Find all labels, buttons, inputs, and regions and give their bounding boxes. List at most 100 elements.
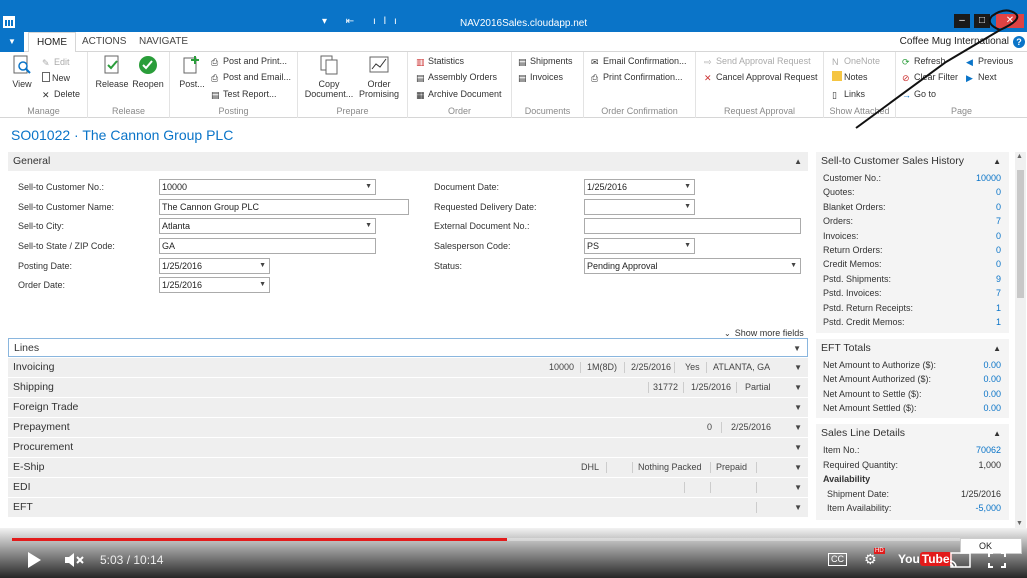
salesperson-code-input[interactable]: PS ▼	[584, 238, 695, 254]
annotation-stroke-icon	[855, 9, 1019, 129]
fasttab-prepayment-label: Prepayment	[13, 421, 70, 433]
blanket-orders-link[interactable]: 0	[996, 200, 1001, 214]
chevron-up-icon: ▲	[794, 157, 802, 166]
sell-to-customer-name-input[interactable]: The Cannon Group PLC	[159, 199, 409, 215]
scroll-down-icon[interactable]: ▼	[1016, 520, 1023, 527]
pstd-return-receipts-link[interactable]: 1	[996, 301, 1001, 315]
field-label: External Document No.:	[434, 221, 530, 231]
sell-to-state-zip-input[interactable]: GA	[159, 238, 376, 254]
orders-link[interactable]: 7	[996, 214, 1001, 228]
factbox-row: Item Availability: -5,000	[816, 501, 1009, 515]
vertical-scrollbar[interactable]: ▲ ▼	[1015, 152, 1026, 528]
credit-memos-link[interactable]: 0	[996, 257, 1001, 271]
amount-link[interactable]: 0.00	[983, 401, 1001, 415]
field-label: Requested Delivery Date:	[434, 202, 537, 212]
youtube-logo-icon[interactable]: You Tube	[898, 552, 952, 566]
document-date-input[interactable]: 1/25/2016 ▼	[584, 179, 695, 195]
fasttab-lines-header[interactable]: Lines ▼	[8, 338, 808, 357]
cast-icon[interactable]	[949, 552, 971, 568]
sell-to-customer-no-input[interactable]: 10000 ▼	[159, 179, 376, 195]
show-more-fields-link[interactable]: ⌄ Show more fields	[724, 328, 804, 338]
row-label: Blanket Orders:	[823, 201, 886, 212]
divider	[756, 462, 757, 473]
fasttab-prepayment-header[interactable]: Prepayment 0 2/25/2016 ▼	[8, 418, 808, 437]
chevron-down-icon: ▼	[365, 222, 372, 229]
chevron-down-icon: ▼	[259, 262, 266, 269]
chevron-down-icon: ▼	[794, 443, 802, 452]
row-label: Net Amount to Settle ($):	[823, 388, 922, 399]
availability-heading: Availability	[823, 474, 871, 485]
fasttab-edi-header[interactable]: EDI ▼	[8, 478, 808, 497]
sell-to-city-input[interactable]: Atlanta ▼	[159, 218, 376, 234]
show-more-label: Show more fields	[734, 328, 804, 338]
pstd-invoices-link[interactable]: 7	[996, 286, 1001, 300]
fasttab-eft-header[interactable]: EFT ▼	[8, 498, 808, 517]
field-label: Order Date:	[18, 280, 66, 290]
status-input[interactable]: Pending Approval ▼	[584, 258, 801, 274]
factbox-title: EFT Totals	[821, 341, 871, 354]
amount-link[interactable]: 0.00	[983, 358, 1001, 372]
factbox-row: Credit Memos: 0	[816, 257, 1009, 271]
customer-no-link[interactable]: 10000	[976, 171, 1001, 185]
summary-value: DHL	[581, 462, 600, 472]
summary-value: 0	[707, 422, 713, 432]
row-label: Net Amount to Authorize ($):	[823, 359, 937, 370]
order-date-input[interactable]: 1/25/2016 ▼	[159, 277, 270, 293]
captions-icon[interactable]: CC	[828, 553, 847, 566]
return-orders-link[interactable]: 0	[996, 243, 1001, 257]
invoices-link[interactable]: 0	[996, 229, 1001, 243]
chevron-down-icon: ▼	[794, 423, 802, 432]
fasttab-shipping-header[interactable]: Shipping 31772 1/25/2016 Partial ▼	[8, 378, 808, 397]
requested-delivery-date-input[interactable]: ▼	[584, 199, 695, 215]
play-icon[interactable]	[26, 551, 42, 569]
factbox-row: Net Amount to Settle ($): 0.00	[816, 387, 1009, 401]
amount-link[interactable]: 0.00	[983, 372, 1001, 386]
factbox-header[interactable]: EFT Totals ▲	[816, 339, 1009, 358]
row-label: Item Availability:	[827, 503, 892, 514]
amount-link[interactable]: 0.00	[983, 387, 1001, 401]
chevron-down-icon: ▼	[794, 463, 802, 472]
fasttab-procurement-header[interactable]: Procurement ▼	[8, 438, 808, 457]
divider	[624, 362, 625, 373]
chevron-down-icon: ▼	[684, 242, 691, 249]
mute-icon[interactable]	[64, 551, 86, 569]
quotes-link[interactable]: 0	[996, 185, 1001, 199]
scroll-up-icon[interactable]: ▲	[1016, 153, 1023, 160]
fasttab-shipping-label: Shipping	[13, 381, 54, 393]
factbox-title: Sales Line Details	[821, 427, 906, 440]
shipment-date-value: 1/25/2016	[960, 488, 1001, 499]
posting-date-input[interactable]: 1/25/2016 ▼	[159, 258, 270, 274]
field-value: 1/25/2016	[587, 182, 628, 192]
fullscreen-icon[interactable]	[988, 552, 1006, 568]
fasttab-lines-label: Lines	[14, 342, 40, 354]
factbox-row: Invoices: 0	[816, 229, 1009, 243]
chevron-down-icon: ⌄	[724, 329, 731, 338]
chevron-down-icon: ▼	[790, 262, 797, 269]
fasttab-general-label: General	[13, 155, 51, 167]
factbox-row: Return Orders: 0	[816, 243, 1009, 257]
factbox-header[interactable]: Sell-to Customer Sales History ▲	[816, 152, 1009, 171]
scrollbar-thumb[interactable]	[1017, 170, 1024, 298]
fasttab-eship-header[interactable]: E-Ship DHL Nothing Packed Prepaid ▼	[8, 458, 808, 477]
factbox-header[interactable]: Sales Line Details ▲	[816, 424, 1009, 443]
divider	[674, 362, 675, 373]
chevron-down-icon: ▼	[794, 363, 802, 372]
factbox-pane: Sell-to Customer Sales History ▲ Customer…	[816, 152, 1009, 526]
fasttab-foreign-trade-header[interactable]: Foreign Trade ▼	[8, 398, 808, 417]
chevron-down-icon: ▼	[793, 344, 801, 353]
factbox-row: Blanket Orders: 0	[816, 200, 1009, 214]
item-availability-link[interactable]: -5,000	[975, 501, 1001, 515]
summary-value: 31772	[653, 382, 679, 392]
video-timecode: 5:03 / 10:14	[100, 553, 164, 567]
external-document-no-input[interactable]	[584, 218, 801, 234]
pstd-credit-memos-link[interactable]: 1	[996, 315, 1001, 329]
chevron-up-icon: ▲	[993, 343, 1001, 353]
summary-value: 2/25/2016	[731, 422, 772, 432]
pstd-shipments-link[interactable]: 9	[996, 272, 1001, 286]
fasttab-invoicing-label: Invoicing	[13, 361, 55, 373]
video-progress-bar[interactable]	[12, 538, 1015, 541]
factbox-row: Required Quantity: 1,000	[816, 458, 1009, 472]
fasttab-general-header[interactable]: General ▲	[8, 152, 808, 171]
fasttab-invoicing-header[interactable]: Invoicing 10000 1M(8D) 2/25/2016 Yes ATL…	[8, 358, 808, 377]
item-no-link[interactable]: 70062	[976, 443, 1001, 457]
